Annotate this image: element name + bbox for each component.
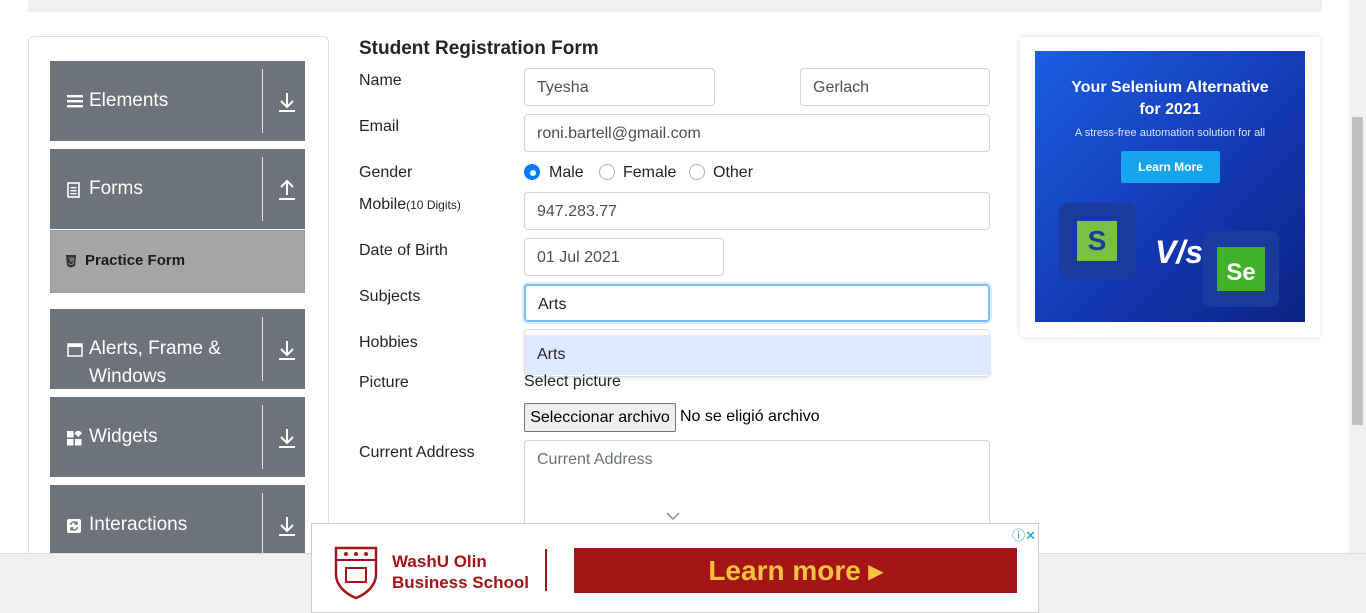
- brand-line1: WashU Olin: [392, 552, 487, 571]
- upload-arrow-icon[interactable]: [278, 179, 296, 201]
- gender-male-label[interactable]: Male: [549, 164, 584, 182]
- gender-male-radio[interactable]: [524, 164, 540, 180]
- select-picture-text: Select picture: [524, 373, 621, 390]
- top-banner: [28, 0, 1322, 12]
- last-name-input[interactable]: Gerlach: [800, 68, 990, 106]
- email-label: Email: [359, 118, 400, 135]
- crest-icon: [332, 544, 380, 600]
- refresh-icon: [67, 519, 83, 535]
- chevron-down-icon: [666, 508, 680, 520]
- subjects-autocomplete-menu: Arts: [524, 329, 991, 377]
- subjects-label: Subjects: [359, 288, 421, 305]
- sidebar-group-label: Elements: [89, 90, 169, 111]
- sidebar-group-label-line2: Windows: [89, 366, 167, 387]
- widgets-icon: [67, 429, 83, 447]
- dob-label: Date of Birth: [359, 242, 448, 259]
- mobile-input[interactable]: 947.283.77: [524, 192, 990, 230]
- divider: [262, 69, 263, 133]
- bottom-ad[interactable]: WashU Olin Business School Learn more ▸ …: [311, 523, 1039, 613]
- sidebar-group-label: Forms: [89, 178, 143, 199]
- gender-other-label[interactable]: Other: [713, 164, 753, 182]
- gender-label: Gender: [359, 164, 413, 181]
- katalon-logo: S: [1059, 203, 1135, 279]
- subjects-input[interactable]: Arts: [524, 284, 990, 322]
- ad-divider: [545, 549, 547, 591]
- sidebar-group-elements[interactable]: Elements: [50, 61, 305, 141]
- gender-other-radio[interactable]: [689, 164, 705, 180]
- mobile-hint: (10 Digits): [406, 198, 461, 212]
- download-arrow-icon[interactable]: [278, 515, 296, 537]
- selenium-logo: Se: [1203, 231, 1279, 307]
- ad-subtitle: A stress-free automation solution for al…: [1074, 127, 1266, 139]
- gender-female-radio[interactable]: [599, 164, 615, 180]
- divider: [262, 317, 263, 381]
- divider: [262, 157, 263, 221]
- download-arrow-icon[interactable]: [278, 427, 296, 449]
- mobile-label-text: Mobile: [359, 196, 407, 213]
- html5-icon: [65, 254, 77, 271]
- dob-input[interactable]: 01 Jul 2021: [524, 238, 724, 276]
- first-name-input[interactable]: Tyesha: [524, 68, 715, 106]
- sidebar-group-label: Widgets: [89, 426, 158, 447]
- mobile-label: Mobile(10 Digits): [359, 196, 461, 214]
- sidebar: Elements Forms Practice Form Alerts, Fra…: [28, 36, 329, 566]
- ad-title: Your Selenium Alternative for 2021: [1035, 77, 1305, 121]
- vs-text: V/s: [1155, 234, 1204, 270]
- gender-female-label[interactable]: Female: [623, 164, 676, 182]
- sidebar-group-forms[interactable]: Forms: [50, 149, 305, 229]
- scrollbar[interactable]: [1349, 0, 1366, 553]
- ad-image[interactable]: Your Selenium Alternative for 2021 A str…: [1035, 51, 1305, 322]
- washu-brand-text: WashU Olin Business School: [392, 551, 529, 593]
- scrollbar-thumb[interactable]: [1352, 117, 1363, 425]
- right-ad[interactable]: Your Selenium Alternative for 2021 A str…: [1020, 37, 1320, 337]
- divider: [262, 493, 263, 557]
- document-icon: [67, 182, 83, 198]
- sidebar-group-label: Alerts, Frame &: [89, 338, 221, 359]
- hobbies-label: Hobbies: [359, 334, 418, 351]
- logo-s-mark: S: [1077, 221, 1117, 261]
- autocomplete-option[interactable]: Arts: [525, 335, 991, 375]
- adchoices-icon[interactable]: ⓘ✕: [1012, 525, 1036, 544]
- logo-se-mark: Se: [1217, 247, 1265, 291]
- picture-label: Picture: [359, 374, 409, 391]
- choose-file-button[interactable]: Seleccionar archivo: [524, 403, 676, 432]
- sidebar-group-widgets[interactable]: Widgets: [50, 397, 305, 477]
- sidebar-group-label: Interactions: [89, 514, 188, 535]
- ad-title-line2: for 2021: [1139, 101, 1201, 118]
- download-arrow-icon[interactable]: [278, 339, 296, 361]
- file-status: No se eligió archivo: [680, 408, 820, 425]
- form-title: Student Registration Form: [359, 38, 599, 59]
- sidebar-item-practice-form[interactable]: Practice Form: [50, 230, 305, 293]
- window-icon: [67, 343, 83, 359]
- divider: [262, 405, 263, 469]
- name-label: Name: [359, 72, 402, 89]
- email-input[interactable]: roni.bartell@gmail.com: [524, 114, 990, 152]
- ad-title-line1: Your Selenium Alternative: [1071, 79, 1269, 96]
- ad-learn-more-button[interactable]: Learn More: [1121, 151, 1220, 183]
- download-arrow-icon[interactable]: [278, 91, 296, 113]
- sidebar-group-alerts[interactable]: Alerts, Frame & Windows: [50, 309, 305, 389]
- address-label: Current Address: [359, 444, 475, 461]
- brand-line2: Business School: [392, 573, 529, 592]
- sidebar-item-label: Practice Form: [85, 252, 186, 269]
- hamburger-icon: [67, 93, 83, 109]
- learn-more-button[interactable]: Learn more ▸: [574, 548, 1017, 593]
